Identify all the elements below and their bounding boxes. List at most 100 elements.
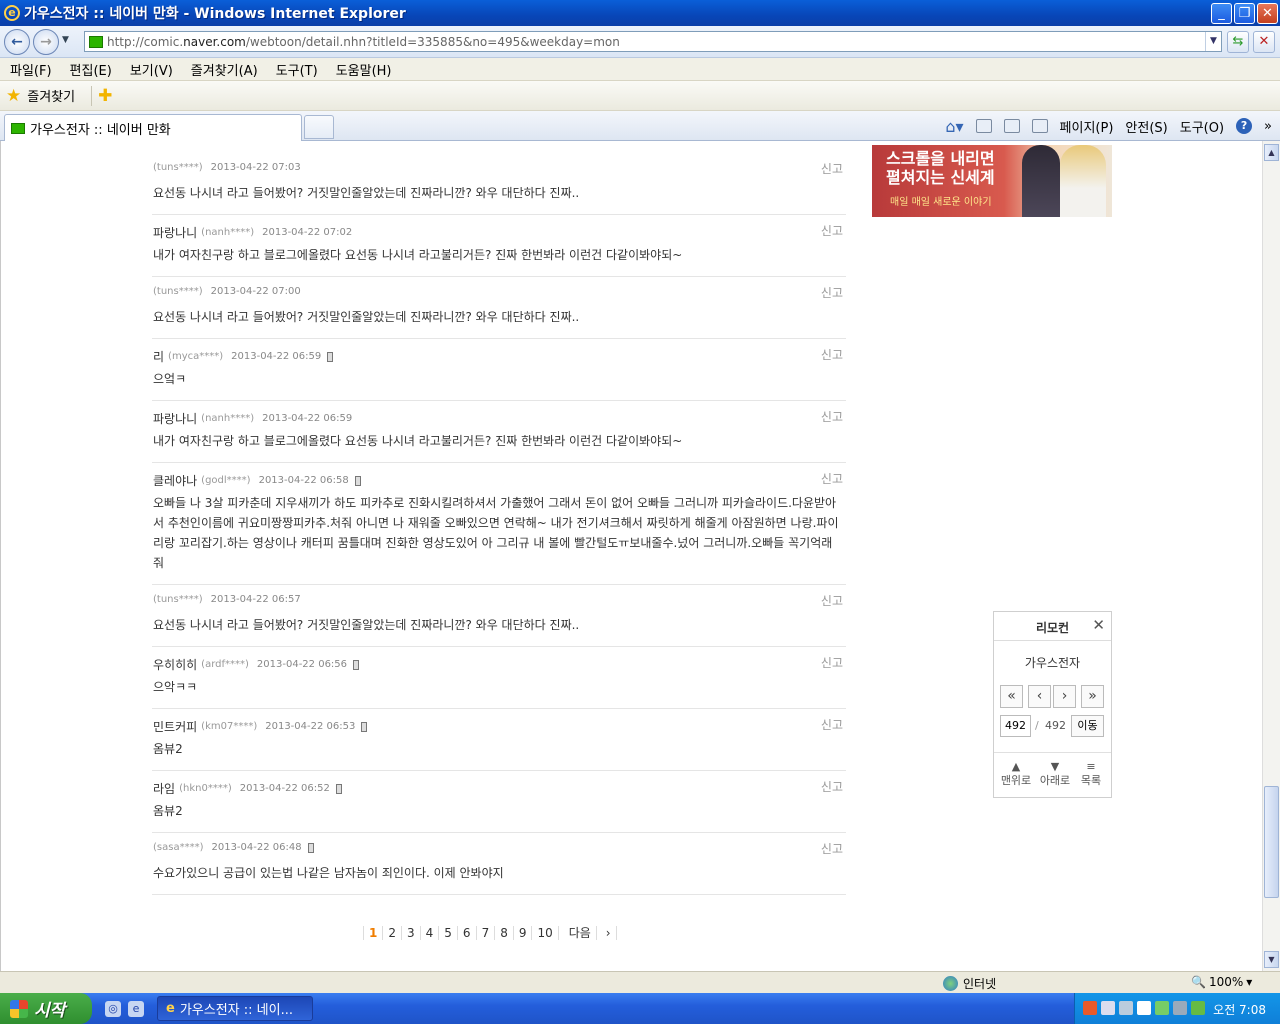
taskbar-window-label: 가우스전자 :: 네이... <box>179 1003 293 1018</box>
security-zone: 인터넷 <box>943 975 996 992</box>
comment-nickname: 파랑나니 <box>153 412 198 426</box>
menu-help[interactable]: 도움말(H) <box>326 60 400 79</box>
report-link[interactable]: 신고 <box>821 654 843 671</box>
quicklaunch-desktop-icon[interactable]: ◎ <box>105 1001 121 1017</box>
tray-security-icon[interactable] <box>1155 1001 1169 1015</box>
help-icon[interactable]: ? <box>1236 118 1253 134</box>
comment-item: (tuns****) 2013-04-22 07:00 요선동 나시녀 라고 들어봤… <box>152 277 846 339</box>
scroll-down-arrow-icon[interactable]: ▼ <box>1264 951 1279 968</box>
feeds-icon[interactable] <box>975 119 992 133</box>
quicklaunch-ie-icon[interactable]: e <box>128 1001 144 1017</box>
url-dropdown-icon[interactable]: ▼ <box>1205 32 1221 51</box>
comment-text: 옴뷰2 <box>153 742 183 756</box>
url-input[interactable]: http://comic. naver.com/webtoon/detail.nh… <box>84 31 1222 52</box>
report-link[interactable]: 신고 <box>821 840 843 857</box>
comment-item: (sasa****) 2013-04-22 06:48 수요가있으니 공급이 있는법… <box>152 833 846 895</box>
home-icon[interactable]: ⌂▾ <box>945 117 963 136</box>
ad-banner[interactable]: 스크롤을 내리면 펼쳐지는 신세계 매일 매일 새로운 이야기 <box>872 145 1112 217</box>
episode-number-input[interactable]: 492 <box>1000 715 1031 737</box>
tab-current[interactable]: 가우스전자 :: 네이버 만화 <box>4 114 302 141</box>
comment-text: 수요가있으니 공급이 있는법 나같은 남자놈이 죄인이다. 이제 안봐야지 <box>153 866 504 880</box>
favorites-star-icon[interactable]: ★ <box>6 86 21 106</box>
zone-label: 인터넷 <box>963 977 997 991</box>
new-tab-button[interactable] <box>304 115 334 139</box>
report-link[interactable]: 신고 <box>821 592 843 609</box>
prev-episode-button[interactable]: ‹ <box>1028 685 1051 708</box>
report-link[interactable]: 신고 <box>821 408 843 425</box>
refresh-button[interactable]: ⇆ <box>1227 31 1249 53</box>
menu-favorites[interactable]: 즐겨찾기(A) <box>181 60 266 79</box>
tray-misc-icon[interactable] <box>1173 1001 1187 1015</box>
menu-tools[interactable]: 도구(T) <box>266 60 326 79</box>
comment-header: 우히히히 (ardf****) 2013-04-22 06:56 <box>153 656 360 673</box>
last-episode-button[interactable]: » <box>1081 685 1104 708</box>
report-link[interactable]: 신고 <box>821 716 843 733</box>
list-button[interactable]: ≡ 목록 <box>1072 760 1110 788</box>
comment-nickname: 민트커피 <box>153 720 198 734</box>
safety-menu[interactable]: 안전(S) <box>1125 117 1167 136</box>
remote-close-icon[interactable]: ✕ <box>1092 616 1105 634</box>
banner-character-image <box>1022 145 1060 217</box>
comment-date: 2013-04-22 07:03 <box>210 162 301 173</box>
comment-header: 클레야나 (godl****) 2013-04-22 06:58 <box>153 472 361 489</box>
tab-bar: 가우스전자 :: 네이버 만화 ⌂▾ 페이지(P) 안전(S) 도구(O) ? … <box>0 111 1280 141</box>
clock: 오전 7:08 <box>1213 1003 1266 1017</box>
page-link-9[interactable]: 9 <box>514 926 533 940</box>
next-episode-button[interactable]: › <box>1053 685 1076 708</box>
report-link[interactable]: 신고 <box>821 222 843 239</box>
report-link[interactable]: 신고 <box>821 778 843 795</box>
mail-icon[interactable] <box>1003 119 1020 133</box>
add-favorite-icon[interactable]: ✚ <box>98 86 112 106</box>
menu-edit[interactable]: 편집(E) <box>60 60 120 79</box>
print-icon[interactable] <box>1031 119 1048 133</box>
page-link-7[interactable]: 7 <box>477 926 496 940</box>
report-link[interactable]: 신고 <box>821 470 843 487</box>
minimize-button[interactable]: _ <box>1211 3 1232 24</box>
first-episode-button[interactable]: « <box>1000 685 1023 708</box>
page-link-10[interactable]: 10 <box>532 926 559 940</box>
go-button[interactable]: 이동 <box>1071 715 1104 737</box>
page-link-1[interactable]: 1 <box>363 926 384 940</box>
page-menu[interactable]: 페이지(P) <box>1060 117 1114 136</box>
close-window-button[interactable]: ✕ <box>1257 3 1278 24</box>
history-dropdown-icon[interactable]: ▼ <box>62 35 69 45</box>
page-link-2[interactable]: 2 <box>383 926 402 940</box>
chevron-right-icon[interactable]: » <box>1264 119 1272 134</box>
menu-view[interactable]: 보기(V) <box>120 60 181 79</box>
page-content: (tuns****) 2013-04-22 07:03 요선동 나시녀 라고 들어봤… <box>0 141 1262 971</box>
page-link-4[interactable]: 4 <box>421 926 440 940</box>
page-link-5[interactable]: 5 <box>439 926 458 940</box>
report-link[interactable]: 신고 <box>821 284 843 301</box>
up-arrow-icon: ▲ <box>1011 760 1021 773</box>
tray-volume-icon[interactable] <box>1101 1001 1115 1015</box>
comment-nickname: 우히히히 <box>153 658 198 672</box>
page-link-6[interactable]: 6 <box>458 926 477 940</box>
back-button[interactable]: ← <box>4 29 30 55</box>
vertical-scrollbar[interactable]: ▲ ▼ <box>1262 141 1280 971</box>
tools-menu[interactable]: 도구(O) <box>1180 117 1224 136</box>
forward-button[interactable]: → <box>33 29 59 55</box>
scroll-down-button[interactable]: ▼ 아래로 <box>1036 760 1074 788</box>
menu-file[interactable]: 파일(F) <box>0 60 60 79</box>
report-link[interactable]: 신고 <box>821 346 843 363</box>
page-link-3[interactable]: 3 <box>402 926 421 940</box>
tray-network-icon[interactable] <box>1119 1001 1133 1015</box>
tab-title: 가우스전자 :: 네이버 만화 <box>30 122 171 138</box>
tray-update-icon[interactable] <box>1191 1001 1205 1015</box>
scrollbar-thumb[interactable] <box>1264 786 1279 898</box>
report-link[interactable]: 신고 <box>821 160 843 177</box>
next-page-link[interactable]: 다음 › <box>559 926 622 940</box>
scroll-top-button[interactable]: ▲ 맨위로 <box>997 760 1035 788</box>
restore-button[interactable]: ❐ <box>1234 3 1255 24</box>
comment-date: 2013-04-22 07:00 <box>210 286 301 297</box>
zoom-level: 100% <box>1208 975 1244 989</box>
page-link-8[interactable]: 8 <box>495 926 514 940</box>
favorites-button[interactable]: 즐겨찾기 <box>27 86 75 105</box>
zoom-control[interactable]: 🔍 100% ▾ <box>1191 975 1252 989</box>
tray-display-icon[interactable] <box>1137 1001 1151 1015</box>
taskbar-window-button[interactable]: e 가우스전자 :: 네이... <box>157 996 313 1021</box>
tray-app-icon[interactable] <box>1083 1001 1097 1015</box>
scroll-up-arrow-icon[interactable]: ▲ <box>1264 144 1279 161</box>
stop-button[interactable]: ✕ <box>1253 31 1275 53</box>
start-button[interactable]: 시작 <box>0 993 92 1024</box>
